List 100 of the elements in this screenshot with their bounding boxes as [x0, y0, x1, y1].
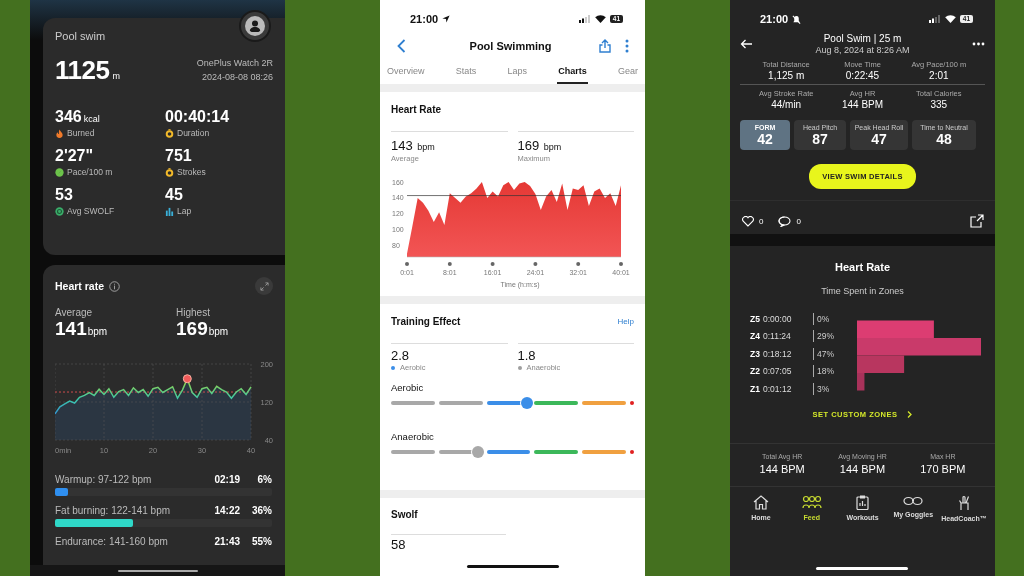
section-title: Training Effect	[391, 316, 461, 327]
zone-name: Z4	[750, 331, 761, 342]
zone-time: 0:11:24	[763, 331, 792, 342]
workout-date: 2024-08-08 08:26	[200, 71, 273, 84]
stat-value: 144 BPM	[840, 99, 885, 110]
tile-value: 47	[870, 131, 888, 147]
section-title: Swolf	[391, 509, 419, 520]
help-link[interactable]: Help	[617, 317, 634, 326]
stat-unit: bpm	[417, 142, 435, 152]
zone-name: Z2	[750, 366, 761, 377]
tick-dot	[490, 262, 495, 266]
zone-percent: 36%	[251, 505, 272, 516]
tile-value: 48	[935, 131, 953, 147]
stat-label: Duration	[177, 128, 210, 138]
stat-unit: bpm	[208, 326, 229, 337]
workout-title: Pool swim	[55, 30, 107, 42]
card-title: Heart rate	[55, 280, 105, 292]
stat-label: Strokes	[177, 167, 206, 177]
zone-percent: 18%	[813, 365, 834, 378]
distance-unit: m	[112, 71, 120, 81]
tab[interactable]: Laps	[506, 64, 528, 84]
zone-percent: 6%	[256, 474, 272, 485]
chevron-right-icon	[907, 411, 913, 418]
back-arrow-icon[interactable]	[740, 39, 753, 49]
stat-value: 144 BPM	[758, 463, 806, 475]
signal-icon	[928, 15, 941, 23]
stat-label: Highest	[176, 307, 211, 318]
tile-value: 87	[811, 131, 829, 147]
home-icon	[753, 495, 769, 510]
zone-time: 0:07:05	[763, 366, 793, 377]
zone-name: Z5	[750, 313, 761, 324]
tab[interactable]: Overview	[386, 64, 426, 84]
stat-value: 169	[176, 318, 208, 339]
comment-icon[interactable]	[778, 215, 792, 227]
wifi-icon	[944, 15, 956, 23]
tick-dot	[447, 262, 452, 266]
status-time: 21:00	[760, 13, 789, 25]
zone-percent: 29%	[813, 330, 834, 343]
distance-value: 1125	[55, 55, 110, 85]
section-title: Heart Rate	[834, 261, 891, 273]
home-indicator[interactable]	[117, 569, 198, 572]
like-count: 0	[759, 216, 764, 226]
section-subtitle: Time Spent in Zones	[820, 286, 905, 296]
person-icon	[245, 16, 265, 36]
more-icon[interactable]	[972, 42, 985, 46]
comment-count: 0	[796, 216, 801, 226]
goggles-icon	[903, 495, 924, 507]
zone-time: 0:01:12	[763, 383, 793, 394]
info-icon[interactable]	[109, 280, 121, 292]
zone-time: 0:00:00	[763, 313, 793, 324]
stat-label: Burned	[67, 128, 95, 138]
expand-button[interactable]	[255, 277, 273, 295]
stat-value: 141	[55, 318, 87, 339]
stat-value: 1,125 m	[767, 70, 806, 81]
back-icon[interactable]	[397, 39, 406, 53]
stat-value: 335	[929, 99, 949, 110]
tab[interactable]: Gear	[616, 64, 639, 84]
zone-time: 14:22	[213, 505, 240, 516]
stat-label: Average	[55, 307, 94, 318]
section-title: Heart Rate	[391, 104, 443, 115]
screen-title: Pool Swim | 25 m	[822, 33, 903, 44]
stat-label: Pace/100 m	[67, 167, 113, 177]
stat-label: Avg SWOLF	[67, 206, 115, 216]
stat-value: 1.8	[517, 348, 537, 363]
stat-value: 45	[165, 186, 183, 203]
stat-unit: kcal	[83, 114, 100, 124]
stat-value: 169	[517, 138, 540, 153]
stat-unit: bpm	[87, 326, 108, 337]
stat-label: Lap	[177, 206, 192, 216]
heart-icon[interactable]	[742, 215, 754, 227]
zone-time: 21:43	[213, 536, 240, 547]
tick-dot	[533, 262, 538, 266]
tick-dot	[576, 262, 581, 266]
zone-label: Fat burning: 122-141 bpm	[55, 505, 172, 516]
stopwatch-icon	[165, 167, 174, 177]
stat-value: 58	[391, 537, 407, 552]
avatar-button[interactable]	[239, 10, 271, 42]
stat-value: 0:22:45	[844, 70, 881, 81]
compass-icon	[55, 167, 64, 177]
wifi-icon	[594, 15, 606, 23]
stat-value: 170 BPM	[919, 463, 967, 475]
clipboard-icon	[856, 495, 869, 510]
swolf-icon	[55, 206, 64, 216]
stat-value: 00:40:14	[165, 108, 230, 125]
slider-label: Aerobic	[391, 382, 425, 393]
stat-value: 751	[165, 147, 192, 164]
stat-value: 53	[55, 186, 73, 203]
screen-title: Pool Swimming	[468, 40, 553, 52]
stat-value: 143	[391, 138, 413, 153]
stat-value: 2'27"	[55, 147, 94, 164]
tab[interactable]: Stats	[454, 64, 478, 84]
people-icon	[801, 495, 822, 510]
zone-label: Warmup: 97-122 bpm	[55, 474, 153, 485]
muted-bell-icon	[792, 14, 802, 24]
bar-chart-icon	[165, 206, 174, 216]
workout-date: Aug 8, 2024 at 8:26 AM	[814, 45, 911, 55]
stat-value: 346	[55, 108, 82, 125]
tick-dot	[405, 262, 409, 266]
stat-value: 144 BPM	[838, 463, 887, 475]
zone-time: 02:19	[213, 474, 240, 485]
